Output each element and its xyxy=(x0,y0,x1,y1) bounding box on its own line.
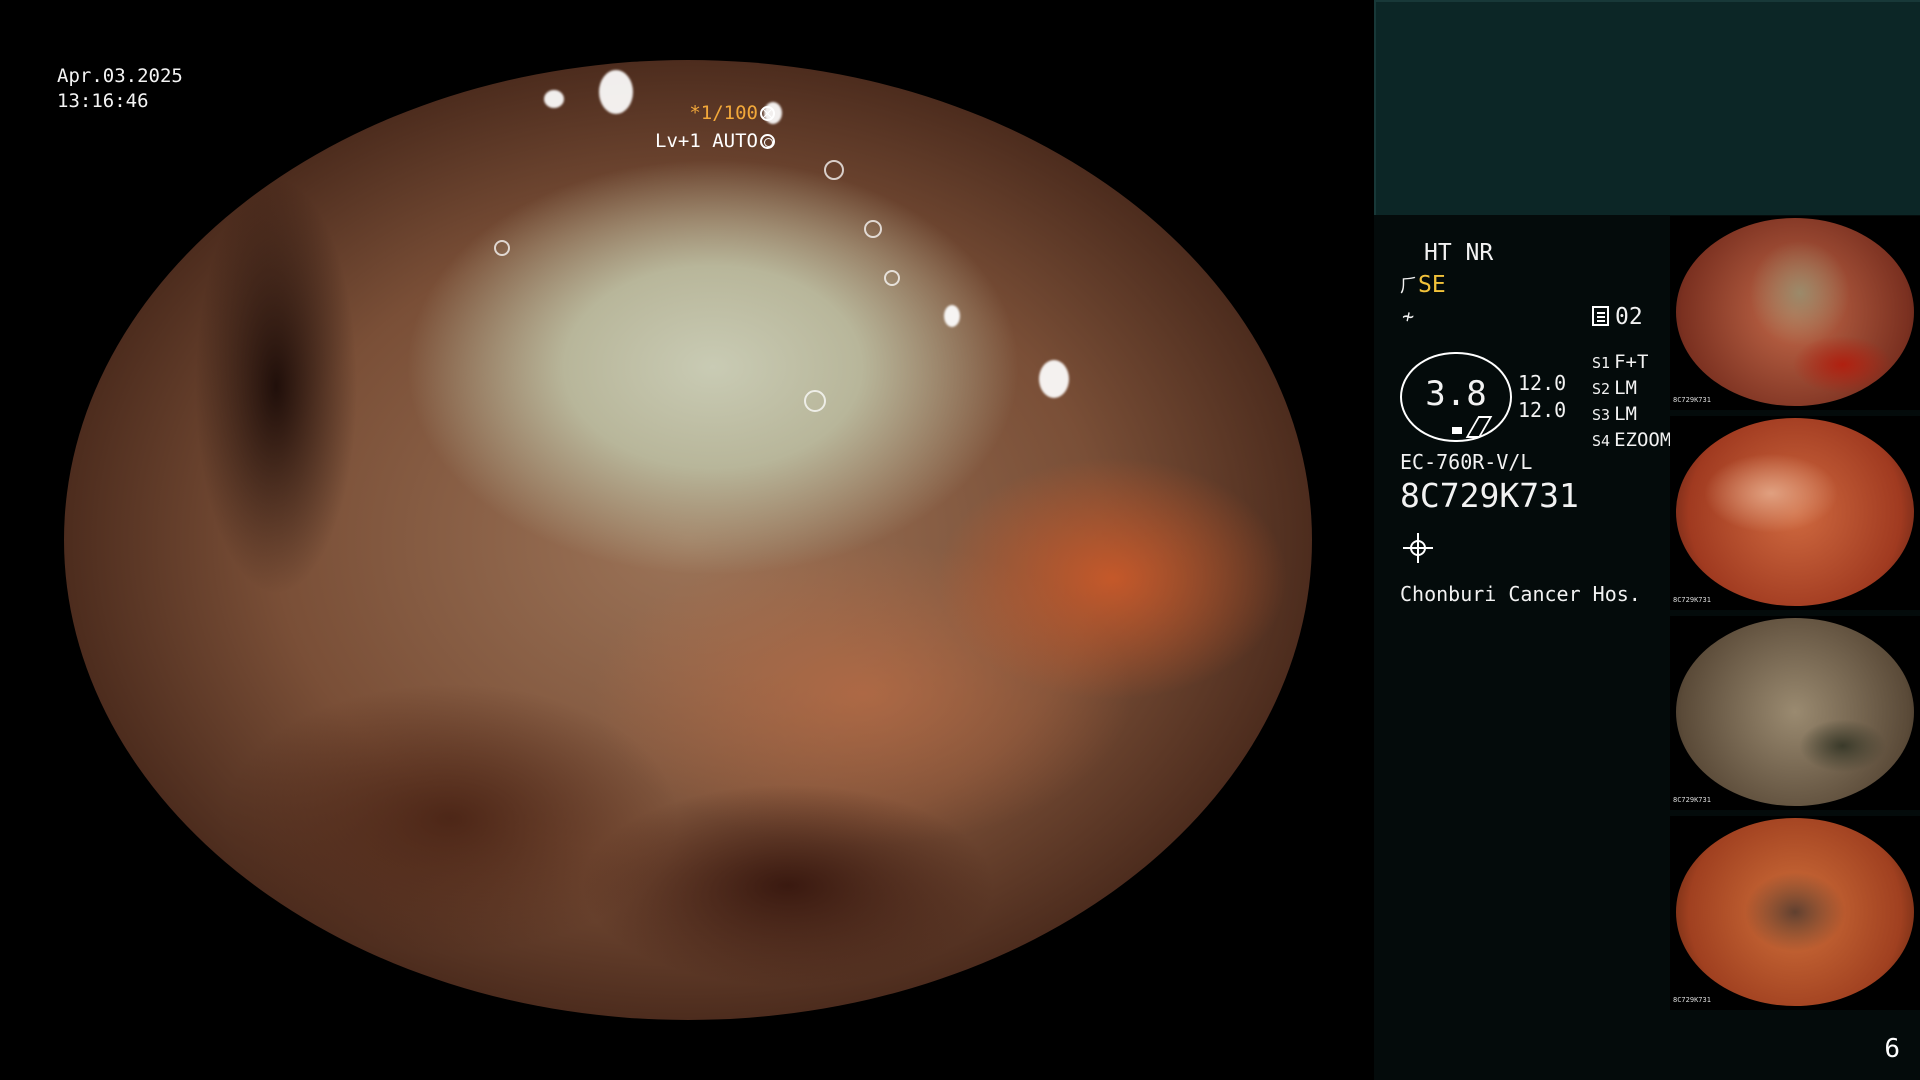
level-text: Lv+1 AUTO xyxy=(655,130,758,152)
gauge: 3.8 xyxy=(1400,352,1512,442)
setting-s1: S1 F+T xyxy=(1592,351,1649,373)
se-text: SE xyxy=(1418,272,1446,298)
shutter-speed: *1/100 xyxy=(689,102,758,124)
thumbnail-2[interactable]: 8C729K731 xyxy=(1670,416,1920,610)
side-value: 12.0 xyxy=(1518,371,1567,395)
panel-header-area xyxy=(1374,0,1920,215)
thumbnail-image xyxy=(1676,418,1914,606)
brightness-icon xyxy=(1403,533,1433,563)
thumbnail-caption: 8C729K731 xyxy=(1673,396,1711,404)
page-number: 6 xyxy=(1884,1034,1900,1064)
contrast-row: 02 xyxy=(1592,304,1643,330)
thumbnail-1[interactable]: 8C729K731 xyxy=(1670,216,1920,410)
scope-model: EC-760R-V/L xyxy=(1400,450,1533,474)
thumbnail-caption: 8C729K731 xyxy=(1673,796,1711,804)
gauge-mark xyxy=(1452,427,1462,434)
light-reflection xyxy=(389,68,403,82)
structure-icon: ⺁ xyxy=(1400,276,1418,297)
scope-serial: 8C729K731 xyxy=(1400,476,1579,515)
side-value: 12.0 xyxy=(1518,398,1567,422)
bubble xyxy=(864,220,882,238)
info-panel: HT NR ⺁SE ≁ 02 3.8 12.0 12.0 S1 F+T S2 LM … xyxy=(1374,0,1920,1080)
timestamp: Apr.03.2025 13:16:46 xyxy=(57,64,183,114)
bubble xyxy=(494,240,510,256)
exposure-info: *1/100 Lv+1 AUTO xyxy=(655,99,775,155)
enhance-icon: ≁ xyxy=(1402,304,1415,328)
hospital-name: Chonburi Cancer Hos. xyxy=(1400,582,1641,606)
endoscope-viewer: Apr.03.2025 13:16:46 *1/100 Lv+1 AUTO xyxy=(0,0,1374,1080)
bubble xyxy=(804,390,826,412)
thumbnail-caption: 8C729K731 xyxy=(1673,996,1711,1004)
document-icon xyxy=(1592,306,1609,326)
auto-iris-icon xyxy=(760,134,775,149)
aperture-icon xyxy=(760,106,775,121)
setting-s3: S3 LM xyxy=(1592,403,1637,425)
thumbnail-3[interactable]: 8C729K731 xyxy=(1670,616,1920,810)
mode-text: HT NR xyxy=(1424,240,1494,266)
date-text: Apr.03.2025 xyxy=(57,65,183,87)
thumbnail-image xyxy=(1676,218,1914,406)
endoscopic-image xyxy=(64,60,1312,1020)
light-reflection xyxy=(1039,360,1069,398)
thumbnail-image xyxy=(1676,618,1914,806)
contrast-number: 02 xyxy=(1615,304,1643,330)
thumbnail-caption: 8C729K731 xyxy=(1673,596,1711,604)
setting-s2: S2 LM xyxy=(1592,377,1637,399)
gauge-side-values: 12.0 12.0 xyxy=(1518,370,1566,424)
gauge-value: 3.8 xyxy=(1425,374,1487,414)
setting-s4: S4 EZOOM xyxy=(1592,429,1672,451)
slope-icon xyxy=(1465,416,1493,438)
se-row: ⺁SE xyxy=(1400,272,1446,298)
light-reflection xyxy=(944,305,960,327)
light-reflection xyxy=(544,90,564,108)
light-reflection xyxy=(599,70,633,114)
bubble xyxy=(884,270,900,286)
time-text: 13:16:46 xyxy=(57,90,149,112)
thumbnail-4[interactable]: 8C729K731 xyxy=(1670,816,1920,1010)
switch-settings: S1 F+T S2 LM S3 LM S4 EZOOM xyxy=(1592,350,1671,454)
thumbnail-image xyxy=(1676,818,1914,1006)
bubble xyxy=(824,160,844,180)
